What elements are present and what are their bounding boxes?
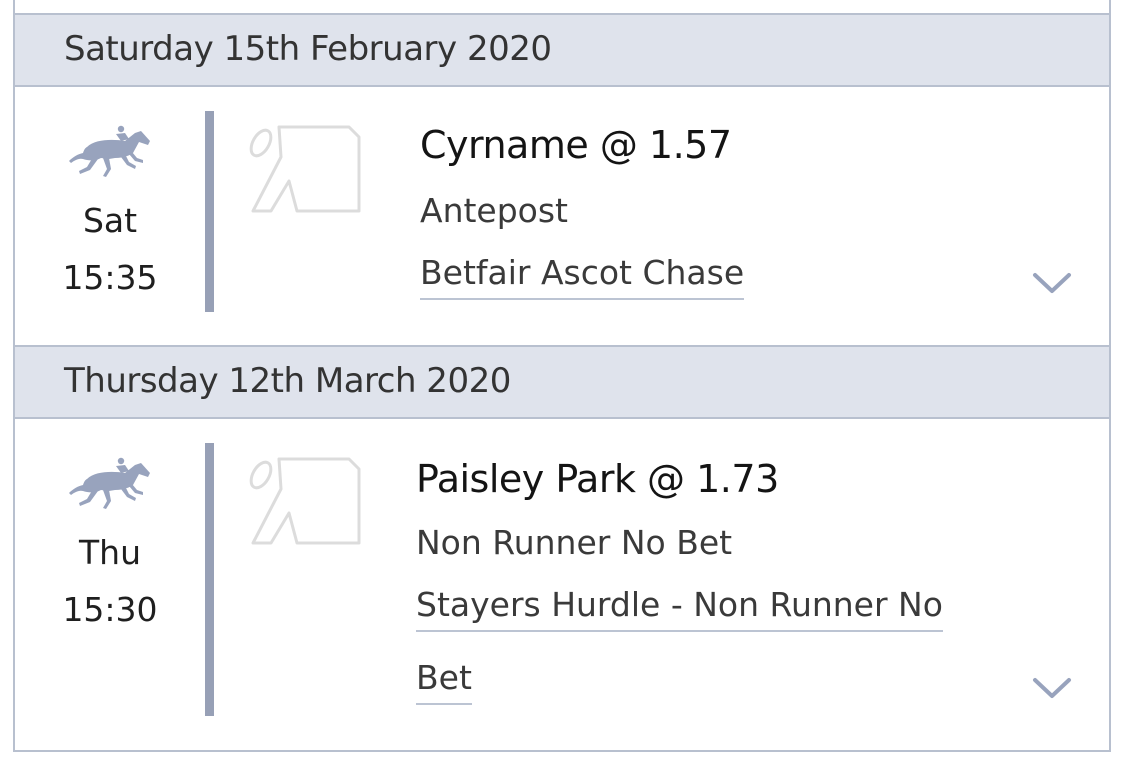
date-header: Thursday 12th March 2020	[15, 345, 1109, 419]
date-header-label: Thursday 12th March 2020	[64, 361, 511, 401]
bet-type: Non Runner No Bet	[416, 523, 733, 562]
race-time: 15:30	[62, 590, 158, 629]
card-accent-bar	[205, 111, 214, 312]
bet-history-list: Saturday 15th February 2020 Sat 15:35 Cy…	[13, 0, 1111, 752]
date-header-label: Saturday 15th February 2020	[64, 29, 552, 69]
date-header: Saturday 15th February 2020	[15, 13, 1109, 87]
event-link[interactable]: Betfair Ascot Chase	[420, 254, 745, 300]
runner-selection: Paisley Park @ 1.73	[416, 457, 779, 501]
jockey-silks-icon	[249, 125, 361, 213]
event-link-continued[interactable]: Bet	[416, 659, 472, 705]
race-day: Sat	[82, 201, 138, 240]
horse-racing-icon	[69, 125, 150, 177]
bet-type: Antepost	[420, 191, 569, 230]
bet-card[interactable]: Sat 15:35 Cyrname @ 1.57 Antepost Betfai…	[15, 87, 1109, 341]
chevron-down-icon[interactable]	[1032, 271, 1072, 295]
card-accent-bar	[205, 443, 214, 716]
event-link[interactable]: Stayers Hurdle - Non Runner No	[416, 586, 943, 632]
race-day: Thu	[79, 533, 141, 572]
race-time: 15:35	[62, 258, 158, 297]
horse-racing-icon	[69, 457, 150, 509]
bet-card[interactable]: Thu 15:30 Paisley Park @ 1.73 Non Runner…	[15, 419, 1109, 752]
chevron-down-icon[interactable]	[1032, 676, 1072, 700]
runner-selection: Cyrname @ 1.57	[420, 123, 732, 167]
jockey-silks-icon	[249, 457, 361, 545]
